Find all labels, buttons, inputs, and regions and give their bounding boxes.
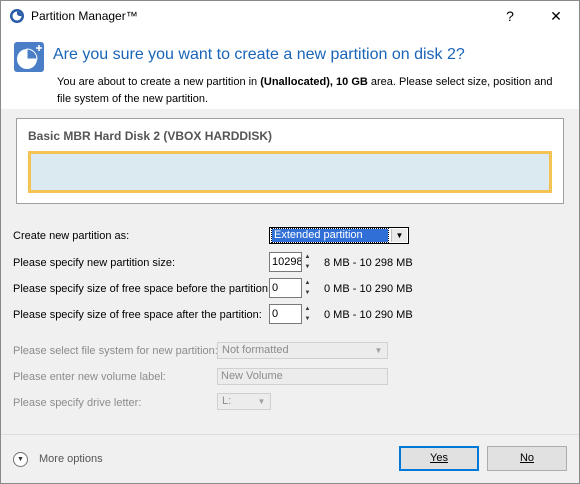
spin-down-icon[interactable]: ▼: [302, 262, 313, 272]
partition-size-range: 8 MB - 10 298 MB: [324, 257, 413, 269]
file-system-label: Please select file system for new partit…: [13, 345, 218, 357]
disk-add-icon: [14, 42, 44, 72]
spin-up-icon[interactable]: ▲: [302, 304, 313, 314]
partition-type-select[interactable]: Extended partition ▼: [269, 227, 409, 244]
unallocated-partition-bar[interactable]: [28, 151, 552, 193]
help-button[interactable]: ?: [487, 1, 533, 31]
partition-size-spinner[interactable]: 10298 ▲ ▼: [269, 252, 314, 272]
disk-label: Basic MBR Hard Disk 2 (VBOX HARDDISK): [28, 129, 273, 143]
close-button[interactable]: ✕: [533, 1, 579, 31]
partition-manager-dialog: Partition Manager™ ? ✕ Are you sure you …: [0, 0, 580, 484]
drive-letter-select: L: ▼: [217, 393, 271, 410]
double-chevron-down-icon[interactable]: ▼: [13, 452, 28, 467]
free-after-label: Please specify size of free space after …: [13, 309, 262, 321]
yes-button-label: Yes: [430, 452, 448, 464]
free-before-input[interactable]: 0: [269, 278, 302, 298]
chevron-down-icon[interactable]: ▼: [391, 229, 407, 242]
free-after-range: 0 MB - 10 290 MB: [324, 309, 413, 321]
title-bar: Partition Manager™ ? ✕: [1, 1, 579, 31]
more-options-label[interactable]: More options: [39, 453, 103, 465]
spin-down-icon[interactable]: ▼: [302, 288, 313, 298]
dialog-description: You are about to create a new partition …: [57, 76, 553, 105]
spin-down-icon[interactable]: ▼: [302, 314, 313, 324]
dialog-question: Are you sure you want to create a new pa…: [53, 46, 465, 63]
footer-divider: [1, 434, 579, 435]
dialog-header: Are you sure you want to create a new pa…: [1, 31, 579, 109]
free-after-input[interactable]: 0: [269, 304, 302, 324]
no-button-label: No: [519, 452, 535, 464]
drive-letter-label: Please specify drive letter:: [13, 397, 142, 409]
file-system-value: Not formatted: [222, 344, 289, 356]
volume-label-input: New Volume: [217, 368, 388, 385]
free-before-spinner[interactable]: 0 ▲ ▼: [269, 278, 314, 298]
free-before-label: Please specify size of free space before…: [13, 283, 272, 295]
window-title: Partition Manager™: [31, 9, 138, 23]
chevron-down-icon: ▼: [257, 397, 266, 406]
spin-up-icon[interactable]: ▲: [302, 278, 313, 288]
volume-label-label: Please enter new volume label:: [13, 371, 166, 383]
spin-up-icon[interactable]: ▲: [302, 252, 313, 262]
partition-type-label: Create new partition as:: [13, 230, 130, 242]
drive-letter-value: L:: [222, 395, 232, 407]
free-after-spinner[interactable]: 0 ▲ ▼: [269, 304, 314, 324]
partition-type-value: Extended partition: [271, 228, 389, 243]
partition-size-label: Please specify new partition size:: [13, 257, 176, 269]
chevron-down-icon: ▼: [374, 346, 383, 355]
partition-size-input[interactable]: 10298: [269, 252, 302, 272]
free-before-range: 0 MB - 10 290 MB: [324, 283, 413, 295]
unallocated-area: (Unallocated): [260, 76, 330, 88]
app-logo-icon: [10, 9, 24, 23]
no-button[interactable]: No: [487, 446, 567, 471]
file-system-select: Not formatted ▼: [217, 342, 388, 359]
area-size: 10 GB: [336, 76, 368, 88]
disk-map-panel: Basic MBR Hard Disk 2 (VBOX HARDDISK): [16, 118, 564, 204]
yes-button[interactable]: Yes: [399, 446, 479, 471]
